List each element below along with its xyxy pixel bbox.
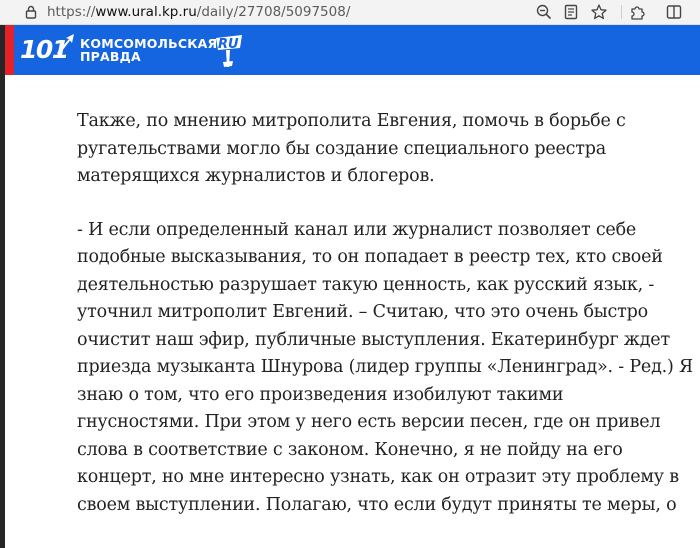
address-bar[interactable]: https://www.ural.kp.ru/daily/27708/50975… (47, 3, 350, 21)
logo-arrow-icon (57, 34, 74, 55)
text-line: приезда музыканта Шнурова (лидер группы … (77, 357, 693, 377)
toolbar-divider (621, 5, 622, 19)
article-paragraph-2: - И если определенный канал или журналис… (77, 217, 693, 520)
text-line: уточнил митрополит Евгений. – Считаю, чт… (77, 302, 648, 322)
lock-icon[interactable] (23, 4, 39, 20)
logo-name-line2: правда (80, 49, 141, 64)
article-paragraph-1: Также, по мнению митрополита Евгения, по… (77, 108, 677, 191)
star-icon[interactable] (590, 3, 608, 21)
text-line: - И если определенный канал или журналис… (77, 219, 637, 240)
url-path: /daily/27708/5097508/ (196, 4, 351, 20)
text-line: знаю о том, что его произведения изобилу… (77, 384, 564, 405)
window-edge (0, 25, 5, 548)
text-line: матерящихся журналистов и блогеров. (77, 166, 435, 186)
text-line: гнусностями. При этом у него есть версии… (77, 412, 661, 432)
logo-name: комсомольская правда (80, 37, 220, 63)
text-line: своем выступлении. Полагаю, что если буд… (77, 494, 677, 515)
reader-mode-icon[interactable] (562, 3, 580, 21)
header-red-stripe (5, 25, 14, 75)
article-body: Также, по мнению митрополита Евгения, по… (77, 108, 693, 545)
text-line: концерт, но мне интересно узнать, как он… (77, 467, 679, 487)
extensions-icon[interactable] (628, 3, 646, 21)
url-host: www.ural.kp.ru (95, 4, 197, 20)
text-line: Также, по мнению митрополита Евгения, по… (77, 111, 626, 131)
site-header: 101 комсомольская правда RU (5, 25, 700, 75)
browser-toolbar: https://www.ural.kp.ru/daily/27708/50975… (0, 0, 700, 25)
text-line: подобные высказывания, то он попадает в … (77, 247, 663, 267)
text-line: очистит наш эфир, публичные выступления.… (77, 329, 670, 350)
text-line: слова в соответствие с законом. Конечно,… (77, 439, 623, 460)
url-prefix: https:// (47, 4, 96, 20)
text-line: ругательствами могло бы создание специал… (77, 138, 607, 159)
logo-ru-text: RU (218, 37, 239, 52)
zoom-icon[interactable] (535, 3, 553, 21)
text-line: деятельностью разрушает такую ценность, … (77, 274, 655, 295)
split-screen-icon[interactable] (665, 3, 683, 21)
